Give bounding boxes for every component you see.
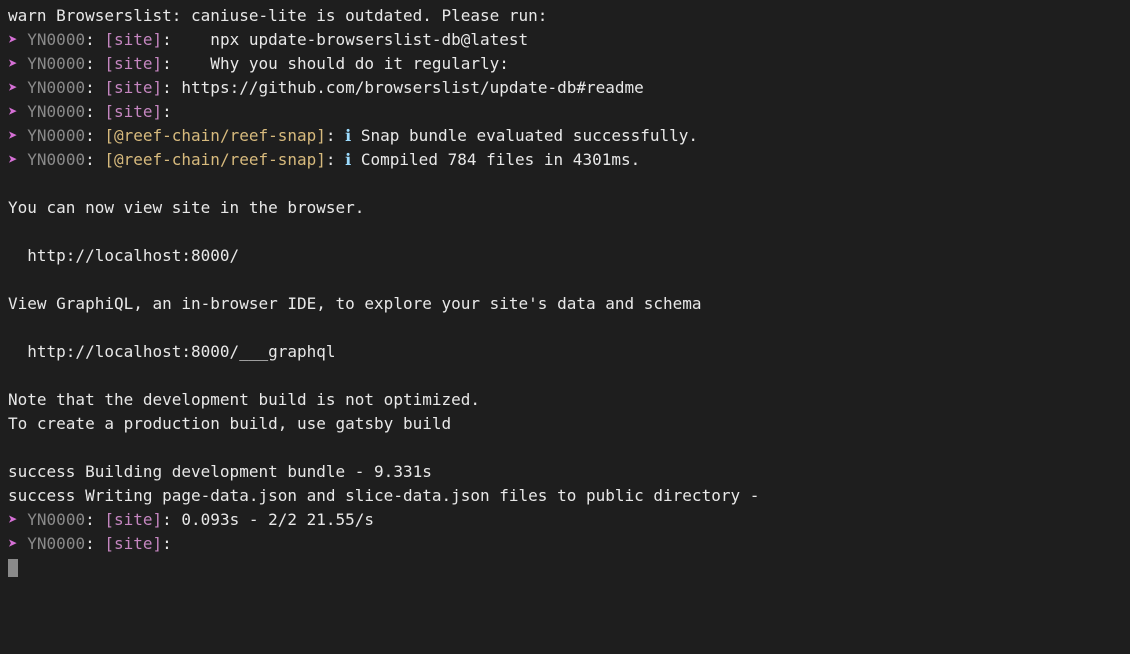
arrow-icon: ➤ (8, 54, 18, 73)
yn-code: YN0000 (27, 150, 85, 169)
log-line: ➤ YN0000: [site]: Why you should do it r… (8, 52, 1122, 76)
note-line: To create a production build, use gatsby… (8, 412, 1122, 436)
warn-line: warn Browserslist: caniuse-lite is outda… (8, 4, 1122, 28)
view-site-line: You can now view site in the browser. (8, 196, 1122, 220)
arrow-icon: ➤ (8, 510, 18, 529)
cursor-line (8, 556, 1122, 580)
log-line: ➤ YN0000: [@reef-chain/reef-snap]: ℹ Com… (8, 148, 1122, 172)
graphiql-line: View GraphiQL, an in-browser IDE, to exp… (8, 292, 1122, 316)
blank-line (8, 436, 1122, 460)
blank-line (8, 172, 1122, 196)
log-line: ➤ YN0000: [site]: npx update-browserslis… (8, 28, 1122, 52)
yn-code: YN0000 (27, 126, 85, 145)
log-line: ➤ YN0000: [site]: (8, 532, 1122, 556)
yn-code: YN0000 (27, 102, 85, 121)
success-line: success Writing page-data.json and slice… (8, 484, 1122, 508)
arrow-icon: ➤ (8, 150, 18, 169)
log-text: 0.093s - 2/2 21.55/s (181, 510, 374, 529)
arrow-icon: ➤ (8, 126, 18, 145)
log-line: ➤ YN0000: [site]: 0.093s - 2/2 21.55/s (8, 508, 1122, 532)
site-label: [site] (104, 510, 162, 529)
blank-line (8, 364, 1122, 388)
site-label: [site] (104, 30, 162, 49)
site-label: [site] (104, 54, 162, 73)
yn-code: YN0000 (27, 510, 85, 529)
log-text: npx update-browserslist-db@latest (181, 30, 528, 49)
site-label: [site] (104, 534, 162, 553)
yn-code: YN0000 (27, 534, 85, 553)
log-text: Compiled 784 files in 4301ms. (351, 150, 640, 169)
site-label: [site] (104, 78, 162, 97)
site-label: [site] (104, 102, 162, 121)
graphql-url: http://localhost:8000/___graphql (8, 340, 1122, 364)
success-line: success Building development bundle - 9.… (8, 460, 1122, 484)
arrow-icon: ➤ (8, 78, 18, 97)
cursor-icon (8, 559, 18, 577)
arrow-icon: ➤ (8, 30, 18, 49)
log-text: Snap bundle evaluated successfully. (351, 126, 698, 145)
note-line: Note that the development build is not o… (8, 388, 1122, 412)
blank-line (8, 268, 1122, 292)
arrow-icon: ➤ (8, 102, 18, 121)
blank-line (8, 220, 1122, 244)
yn-code: YN0000 (27, 78, 85, 97)
log-line: ➤ YN0000: [site]: https://github.com/bro… (8, 76, 1122, 100)
yn-code: YN0000 (27, 30, 85, 49)
reef-label: [@reef-chain/reef-snap] (104, 126, 326, 145)
log-line: ➤ YN0000: [site]: (8, 100, 1122, 124)
terminal-output: warn Browserslist: caniuse-lite is outda… (8, 4, 1122, 580)
reef-label: [@reef-chain/reef-snap] (104, 150, 326, 169)
log-text: Why you should do it regularly: (181, 54, 509, 73)
localhost-url: http://localhost:8000/ (8, 244, 1122, 268)
yn-code: YN0000 (27, 54, 85, 73)
log-text: https://github.com/browserslist/update-d… (181, 78, 643, 97)
arrow-icon: ➤ (8, 534, 18, 553)
blank-line (8, 316, 1122, 340)
log-line: ➤ YN0000: [@reef-chain/reef-snap]: ℹ Sna… (8, 124, 1122, 148)
